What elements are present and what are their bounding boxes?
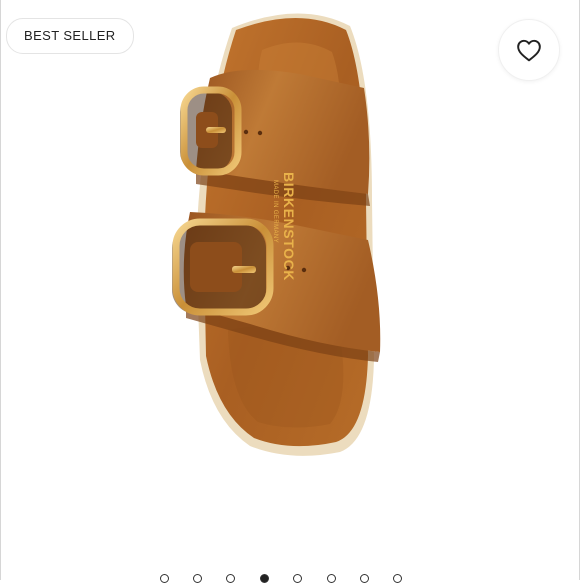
carousel-dot[interactable]: [326, 574, 336, 583]
carousel-dot[interactable]: [293, 574, 303, 583]
brand-subtext: MADE IN GERMANY: [272, 180, 278, 243]
carousel-dots: [0, 574, 580, 584]
product-image: BIRKENSTOCK MADE IN GERMANY: [172, 13, 381, 456]
badge-label: BEST SELLER: [24, 28, 116, 43]
carousel-dot[interactable]: [159, 574, 169, 583]
carousel-dot[interactable]: [192, 574, 202, 583]
upper-buckle: [180, 86, 242, 176]
brand-text: BIRKENSTOCK: [281, 172, 297, 281]
carousel-dot[interactable]: [359, 574, 369, 583]
like-button[interactable]: [498, 19, 560, 81]
best-seller-badge: BEST SELLER: [6, 18, 134, 54]
carousel-dot[interactable]: [393, 574, 403, 583]
carousel-dot-active[interactable]: [259, 574, 269, 583]
heart-icon: [517, 39, 541, 62]
lower-buckle: [172, 218, 274, 316]
carousel-dot[interactable]: [226, 574, 236, 583]
